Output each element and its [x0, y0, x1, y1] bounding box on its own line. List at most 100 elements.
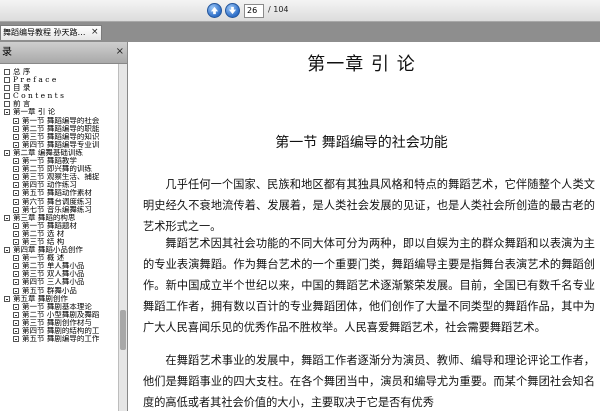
- bookmark-item[interactable]: 第五节 群舞小品: [0, 287, 118, 295]
- bookmark-item[interactable]: 第三节 观察生活、捕捉: [0, 173, 118, 181]
- arrow-down-icon: [228, 6, 237, 15]
- bookmark-item[interactable]: 第二节 即兴舞的训练: [0, 165, 118, 173]
- bookmark-label: 第五节 舞剧编导的工作: [22, 335, 100, 344]
- bookmark-checkbox-icon[interactable]: [4, 69, 10, 75]
- bookmark-item[interactable]: 第六节 舞台调度练习: [0, 198, 118, 206]
- bookmark-checkbox-icon[interactable]: [13, 230, 19, 237]
- bookmark-label: 第五节 舞蹈动作素材: [22, 189, 92, 198]
- bookmark-label: 目 录: [13, 84, 31, 93]
- bookmark-checkbox-icon[interactable]: [13, 255, 19, 262]
- bookmark-checkbox-icon[interactable]: [13, 328, 19, 334]
- collapse-toggle-icon[interactable]: [4, 247, 10, 254]
- bookmark-checkbox-icon[interactable]: [13, 125, 19, 132]
- bookmark-label: 第二节 舞蹈编导的职能: [22, 124, 100, 133]
- bookmark-item[interactable]: 第二节 舞蹈编导的职能: [0, 125, 118, 133]
- bookmark-label: 第三节 观察生活、捕捉: [22, 173, 100, 182]
- bookmark-checkbox-icon[interactable]: [13, 198, 19, 205]
- bookmark-checkbox-icon[interactable]: [4, 85, 10, 92]
- document-tab-title: 舞蹈编导教程 孙天路…: [3, 28, 86, 37]
- bookmark-checkbox-icon[interactable]: [13, 206, 19, 213]
- sidebar-scrollbar[interactable]: [118, 64, 127, 411]
- bookmark-item[interactable]: 第二节 选 材: [0, 230, 118, 238]
- next-page-button[interactable]: [225, 3, 240, 18]
- collapse-toggle-icon[interactable]: [4, 149, 10, 156]
- bookmark-item[interactable]: P r e f a c e: [0, 76, 118, 84]
- bookmark-item[interactable]: 第一章 引 论: [0, 108, 118, 116]
- bookmark-item[interactable]: 第二节 小型舞剧及舞蹈: [0, 311, 118, 319]
- page-number-input[interactable]: 26: [244, 4, 264, 18]
- bookmark-checkbox-icon[interactable]: [13, 238, 19, 245]
- bookmark-item[interactable]: 第四节 舞蹈编导专业训: [0, 141, 118, 149]
- sidebar-header: 录 ×: [0, 42, 127, 64]
- collapse-toggle-icon[interactable]: [4, 109, 10, 116]
- bookmark-checkbox-icon[interactable]: [13, 336, 19, 343]
- bookmark-item[interactable]: 第四节 舞剧的结构的工: [0, 327, 118, 335]
- bookmark-item[interactable]: 第三节 舞剧创作材与: [0, 319, 118, 327]
- bookmark-label: 第二章 编舞基础训练: [13, 148, 83, 157]
- bookmark-item[interactable]: 第一节 舞蹈题材: [0, 222, 118, 230]
- collapse-toggle-icon[interactable]: [4, 214, 10, 221]
- bookmark-checkbox-icon[interactable]: [13, 271, 19, 278]
- bookmark-item[interactable]: 第一节 舞剧基本理论: [0, 303, 118, 311]
- bookmark-label: 第三节 结 构: [22, 237, 65, 246]
- page-total: / 104: [268, 5, 289, 14]
- bookmark-checkbox-icon[interactable]: [13, 141, 19, 148]
- bookmark-label: 第一节 舞蹈题材: [22, 221, 77, 230]
- bookmark-checkbox-icon[interactable]: [13, 319, 19, 326]
- bookmark-item[interactable]: 第二节 单人舞小品: [0, 262, 118, 270]
- close-tab-icon[interactable]: ×: [91, 27, 99, 37]
- bookmark-item[interactable]: 第三节 结 构: [0, 238, 118, 246]
- bookmark-label: 第四节 三人舞小品: [22, 278, 85, 287]
- paragraph: 几乎任何一个国家、民族和地区都有其独具风格和特点的舞蹈艺术，它伴随整个人类文明史…: [143, 178, 595, 233]
- bookmark-label: 第五章 舞剧创作: [13, 294, 68, 303]
- bookmark-checkbox-icon[interactable]: [13, 222, 19, 229]
- sidebar-scrollbar-thumb[interactable]: [120, 310, 126, 350]
- bookmark-item[interactable]: 第四章 舞蹈小品创作: [0, 246, 118, 254]
- bookmark-checkbox-icon[interactable]: [13, 303, 19, 310]
- bookmark-checkbox-icon[interactable]: [13, 174, 19, 181]
- bookmark-item[interactable]: 第四节 三人舞小品: [0, 278, 118, 286]
- bookmark-item[interactable]: 目 录: [0, 84, 118, 92]
- bookmark-checkbox-icon[interactable]: [13, 166, 19, 173]
- bookmark-item[interactable]: 第二章 编舞基础训练: [0, 149, 118, 157]
- bookmark-label: 第四节 舞剧的结构的工: [22, 327, 100, 335]
- bookmark-label: 第四节 动作练习: [22, 181, 77, 190]
- document-tab[interactable]: 舞蹈编导教程 孙天路…: [0, 25, 102, 40]
- bookmark-item[interactable]: 第三节 双人舞小品: [0, 270, 118, 278]
- bookmark-item[interactable]: 第五章 舞剧创作: [0, 295, 118, 303]
- bookmark-item[interactable]: 第一节 舞蹈教学: [0, 157, 118, 165]
- bookmark-item[interactable]: 前 言: [0, 100, 118, 108]
- bookmark-item[interactable]: 第三章 舞蹈的构思: [0, 214, 118, 222]
- collapse-toggle-icon[interactable]: [4, 295, 10, 302]
- bookmark-checkbox-icon[interactable]: [13, 117, 19, 124]
- bookmark-item[interactable]: 第一节 舞蹈编导的社会: [0, 117, 118, 125]
- bookmark-checkbox-icon[interactable]: [13, 190, 19, 197]
- bookmark-checkbox-icon[interactable]: [13, 263, 19, 270]
- bookmark-item[interactable]: 总 序: [0, 68, 118, 76]
- bookmark-item[interactable]: C o n t e n t s: [0, 92, 118, 100]
- bookmark-checkbox-icon[interactable]: [13, 279, 19, 286]
- bookmark-item[interactable]: 第一节 概 述: [0, 254, 118, 262]
- bookmark-item[interactable]: 第四节 动作练习: [0, 181, 118, 189]
- bookmark-item[interactable]: 第七节 音乐编舞练习: [0, 206, 118, 214]
- bookmark-checkbox-icon[interactable]: [13, 133, 19, 140]
- bookmark-item[interactable]: 第三节 舞蹈编导的知识: [0, 133, 118, 141]
- bookmark-item[interactable]: 第五节 舞剧编导的工作: [0, 335, 118, 343]
- bookmark-checkbox-icon[interactable]: [4, 77, 10, 84]
- close-sidebar-icon[interactable]: ×: [116, 47, 124, 57]
- previous-page-button[interactable]: [207, 3, 222, 18]
- paragraph: 舞蹈艺术因其社会功能的不同大体可分为两种，即以自娱为主的群众舞蹈和以表演为主的专…: [143, 237, 595, 334]
- bookmark-tree: 总 序P r e f a c e目 录C o n t e n t s前 言第一章…: [0, 68, 118, 343]
- bookmark-checkbox-icon[interactable]: [4, 93, 10, 100]
- bookmark-checkbox-icon[interactable]: [13, 158, 19, 165]
- bookmark-label: 第二节 单人舞小品: [22, 262, 85, 271]
- bookmark-label: 前 言: [13, 100, 31, 109]
- bookmark-item[interactable]: 第五节 舞蹈动作素材: [0, 189, 118, 197]
- bookmark-label: 第四节 舞蹈编导专业训: [22, 140, 100, 149]
- bookmark-label: 第三章 舞蹈的构思: [13, 213, 76, 222]
- bookmark-label: 总 序: [13, 68, 31, 76]
- bookmark-checkbox-icon[interactable]: [4, 101, 10, 108]
- bookmark-checkbox-icon[interactable]: [13, 287, 19, 294]
- bookmark-checkbox-icon[interactable]: [13, 311, 19, 318]
- bookmark-checkbox-icon[interactable]: [13, 182, 19, 189]
